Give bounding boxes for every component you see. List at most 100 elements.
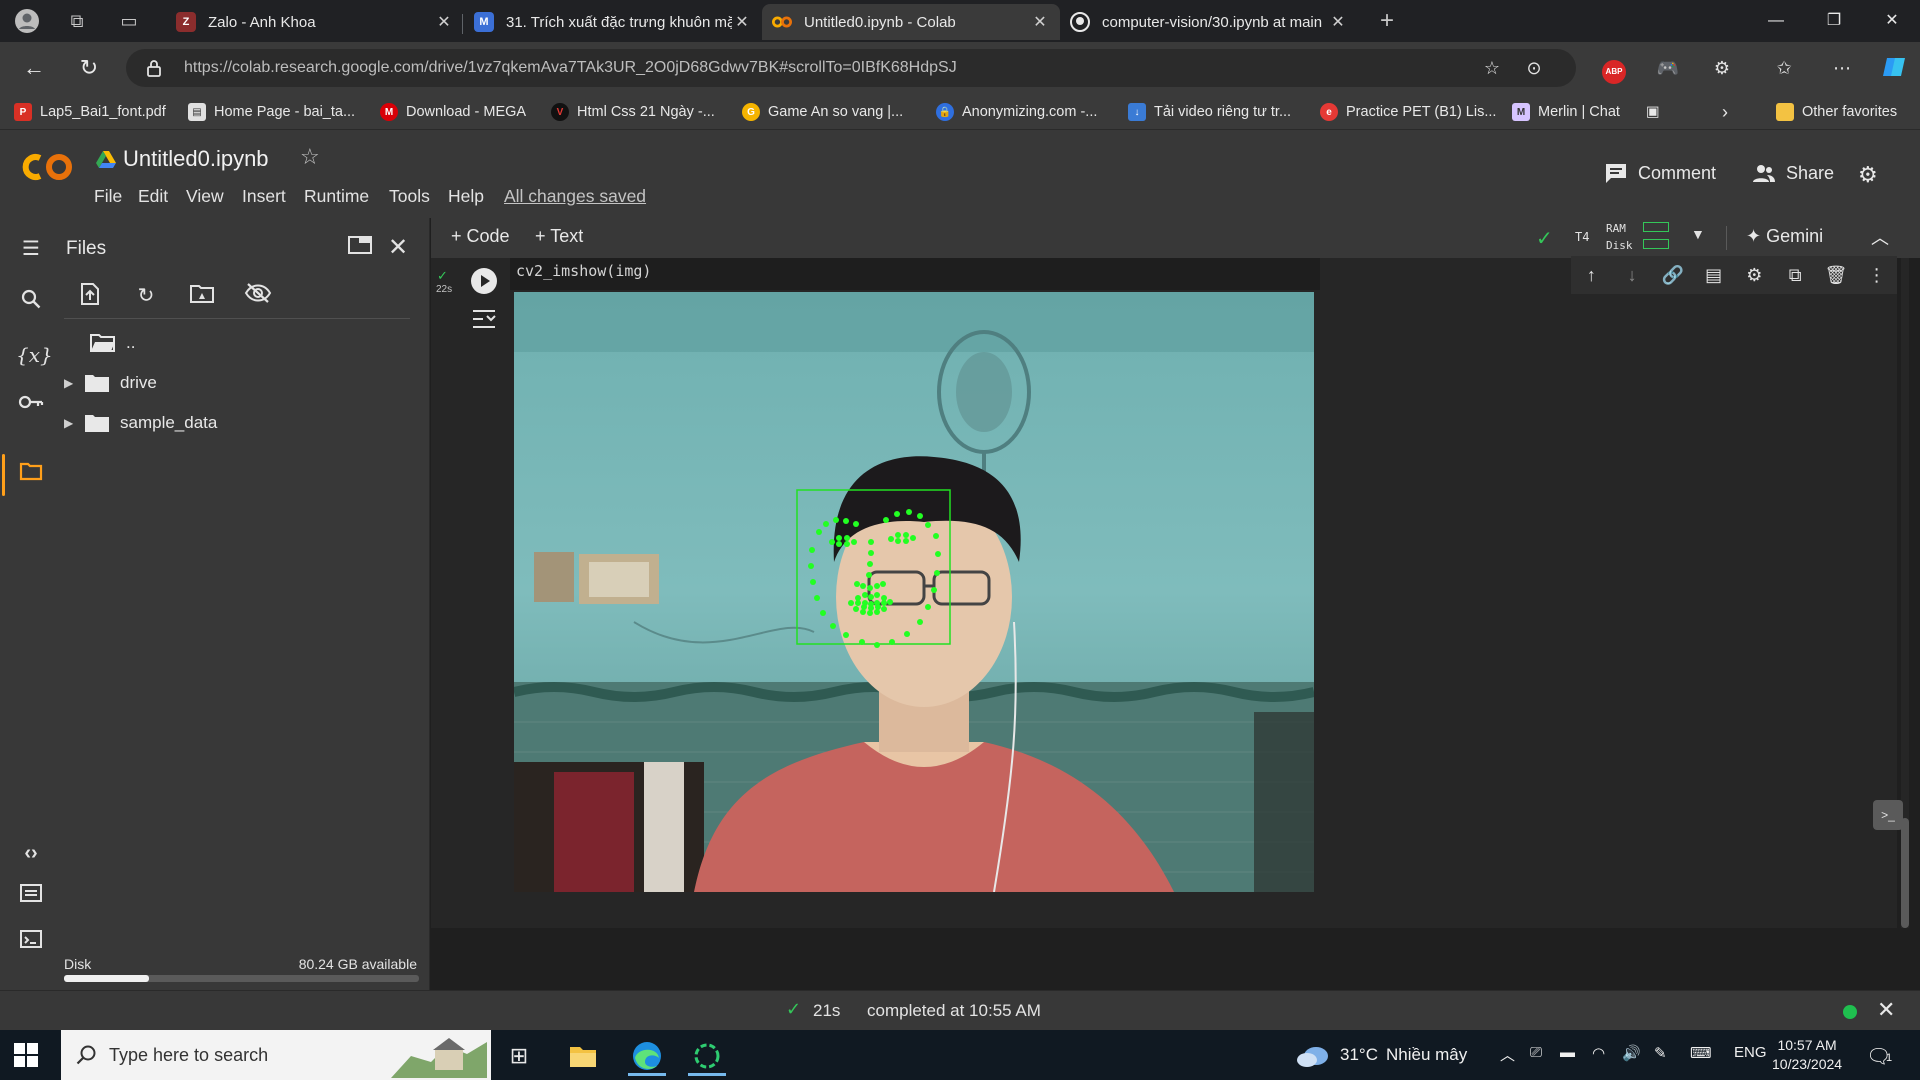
- menu-help[interactable]: Help: [448, 186, 484, 207]
- bookmark-item[interactable]: ▤ Home Page - bai_ta...: [188, 100, 355, 124]
- terminal-float-icon[interactable]: >_: [1873, 800, 1903, 830]
- search-icon[interactable]: [16, 288, 46, 318]
- bookmark-item[interactable]: e Practice PET (B1) Lis...: [1320, 100, 1496, 124]
- edge-browser-icon[interactable]: [624, 1036, 670, 1076]
- comment-button[interactable]: Comment: [1604, 162, 1716, 184]
- ram-meter[interactable]: [1643, 222, 1669, 232]
- menu-file[interactable]: File: [94, 186, 122, 207]
- refresh-icon[interactable]: ↻: [132, 282, 160, 310]
- more-vert-icon[interactable]: ⋮: [1863, 261, 1891, 289]
- caret-right-icon[interactable]: ▶: [64, 416, 84, 430]
- close-icon[interactable]: ✕: [732, 12, 752, 32]
- share-button[interactable]: Share: [1752, 162, 1834, 184]
- back-button[interactable]: ←: [20, 54, 48, 82]
- caret-right-icon[interactable]: ▶: [64, 376, 84, 390]
- files-folder-icon[interactable]: [16, 460, 46, 490]
- tab-actions-icon[interactable]: ▭: [116, 8, 142, 34]
- disk-label[interactable]: Disk: [1606, 239, 1633, 252]
- bookmark-item[interactable]: 🔒 Anonymizing.com -...: [936, 100, 1097, 124]
- output-actions-icon[interactable]: [471, 308, 499, 334]
- taskbar-search-box[interactable]: Type here to search: [61, 1030, 491, 1080]
- bookmark-calendar-icon[interactable]: ▣: [1646, 100, 1660, 124]
- close-status-icon[interactable]: ✕: [1877, 997, 1895, 1023]
- secrets-key-icon[interactable]: [16, 390, 46, 420]
- close-panel-icon[interactable]: ✕: [384, 234, 412, 262]
- bookmark-item[interactable]: ↓ Tải video riêng tư tr...: [1128, 100, 1291, 124]
- add-code-button[interactable]: + Code: [451, 226, 510, 247]
- move-down-icon[interactable]: ↓: [1618, 261, 1646, 289]
- terminal-icon[interactable]: [16, 928, 46, 958]
- loading-app-icon[interactable]: [684, 1036, 730, 1076]
- taskbar-clock[interactable]: 10:57 AM 10/23/2024: [1772, 1036, 1842, 1074]
- comment-cell-icon[interactable]: ▤: [1700, 261, 1728, 289]
- disk-meter[interactable]: [1643, 239, 1669, 249]
- ram-label[interactable]: RAM: [1606, 222, 1626, 235]
- other-favorites[interactable]: Other favorites: [1776, 100, 1897, 124]
- menu-edit[interactable]: Edit: [138, 186, 168, 207]
- bookmark-item[interactable]: P Lap5_Bai1_font.pdf: [14, 100, 166, 124]
- scrollbar-thumb[interactable]: [1901, 818, 1909, 928]
- tab-github[interactable]: computer-vision/30.ipynb at main ✕: [1060, 4, 1358, 40]
- code-snippets-icon[interactable]: ‹›: [16, 838, 46, 868]
- close-icon[interactable]: ✕: [1030, 12, 1050, 32]
- collapse-header-icon[interactable]: ︿: [1871, 224, 1889, 250]
- copilot-icon[interactable]: [1880, 54, 1908, 82]
- pen-icon[interactable]: ✎: [1654, 1044, 1667, 1062]
- battery-icon[interactable]: ▬: [1560, 1044, 1575, 1061]
- mount-drive-icon[interactable]: [188, 282, 216, 310]
- hide-files-icon[interactable]: [244, 282, 272, 310]
- colab-logo-icon[interactable]: [22, 150, 76, 184]
- lock-icon[interactable]: [144, 58, 164, 78]
- bookmark-item[interactable]: G Game An so vang |...: [742, 100, 903, 124]
- star-icon[interactable]: ☆: [300, 144, 320, 170]
- table-of-contents-icon[interactable]: ☰: [16, 234, 46, 264]
- tab-zalo[interactable]: Z Zalo - Anh Khoa ✕: [166, 4, 464, 40]
- status-message[interactable]: completed at 10:55 AM: [867, 1001, 1041, 1021]
- add-text-button[interactable]: + Text: [535, 226, 583, 247]
- settings-gear-icon[interactable]: ⚙: [1858, 162, 1878, 188]
- runtime-type[interactable]: T4: [1575, 230, 1589, 244]
- close-window-button[interactable]: ✕: [1872, 8, 1912, 34]
- favorite-star-icon[interactable]: ☆: [1478, 54, 1506, 82]
- menu-runtime[interactable]: Runtime: [304, 186, 369, 207]
- runtime-dropdown-icon[interactable]: ▼: [1691, 226, 1705, 242]
- bookmark-item[interactable]: V Html Css 21 Ngày -...: [551, 100, 715, 124]
- tab-feature-extraction[interactable]: M 31. Trích xuất đặc trưng khuôn mặt ✕: [464, 4, 762, 40]
- close-icon[interactable]: ✕: [434, 12, 454, 32]
- code-editor[interactable]: cv2_imshow(img): [510, 258, 1320, 290]
- menu-view[interactable]: View: [186, 186, 224, 207]
- command-palette-icon[interactable]: [16, 882, 46, 912]
- notebook-title[interactable]: Untitled0.ipynb: [123, 146, 269, 172]
- workspaces-icon[interactable]: ⧉: [64, 8, 90, 34]
- variables-icon[interactable]: {x}: [16, 340, 53, 370]
- language-indicator[interactable]: ENG: [1734, 1044, 1767, 1061]
- link-icon[interactable]: 🔗: [1659, 261, 1687, 289]
- minimize-button[interactable]: —: [1756, 8, 1796, 34]
- meet-now-icon[interactable]: ⎚: [1530, 1044, 1542, 1061]
- file-explorer-icon[interactable]: [560, 1036, 606, 1076]
- tab-colab[interactable]: Untitled0.ipynb - Colab ✕: [762, 4, 1060, 40]
- tree-item-drive[interactable]: ▶ drive: [62, 368, 157, 398]
- restore-button[interactable]: ❐: [1814, 8, 1854, 34]
- status-duration[interactable]: 21s: [813, 1001, 840, 1021]
- profile-avatar-icon[interactable]: [14, 8, 40, 34]
- weather-widget[interactable]: 31°C Nhiều mây: [1296, 1042, 1467, 1068]
- new-tab-icon[interactable]: +: [1374, 7, 1400, 34]
- saved-status-link[interactable]: All changes saved: [504, 186, 646, 207]
- move-up-icon[interactable]: ↑: [1577, 261, 1605, 289]
- volume-icon[interactable]: 🔊: [1622, 1044, 1641, 1062]
- touch-keyboard-icon[interactable]: ⌨: [1690, 1044, 1712, 1062]
- settings-more-icon[interactable]: ⋯: [1828, 54, 1856, 82]
- chevron-right-icon[interactable]: ›: [1722, 100, 1728, 124]
- mirror-cell-icon[interactable]: ⧉: [1781, 261, 1809, 289]
- address-bar[interactable]: https://colab.research.google.com/drive/…: [126, 49, 1576, 87]
- abp-extension-icon[interactable]: ABP: [1600, 54, 1628, 84]
- more-tools-icon[interactable]: ⊙: [1520, 54, 1548, 82]
- favorites-icon[interactable]: ✩: [1770, 54, 1798, 82]
- drive-icon[interactable]: [96, 150, 116, 168]
- run-cell-button[interactable]: [471, 268, 497, 294]
- show-hidden-icons-icon[interactable]: ︿: [1500, 1044, 1515, 1065]
- open-in-tab-icon[interactable]: [346, 234, 374, 262]
- code-cell[interactable]: ✓ 22s cv2_imshow(img) ↑ ↓ 🔗 ▤ ⚙ ⧉ 🗑 ⋮: [431, 256, 1897, 928]
- wifi-icon[interactable]: ◠: [1592, 1044, 1605, 1062]
